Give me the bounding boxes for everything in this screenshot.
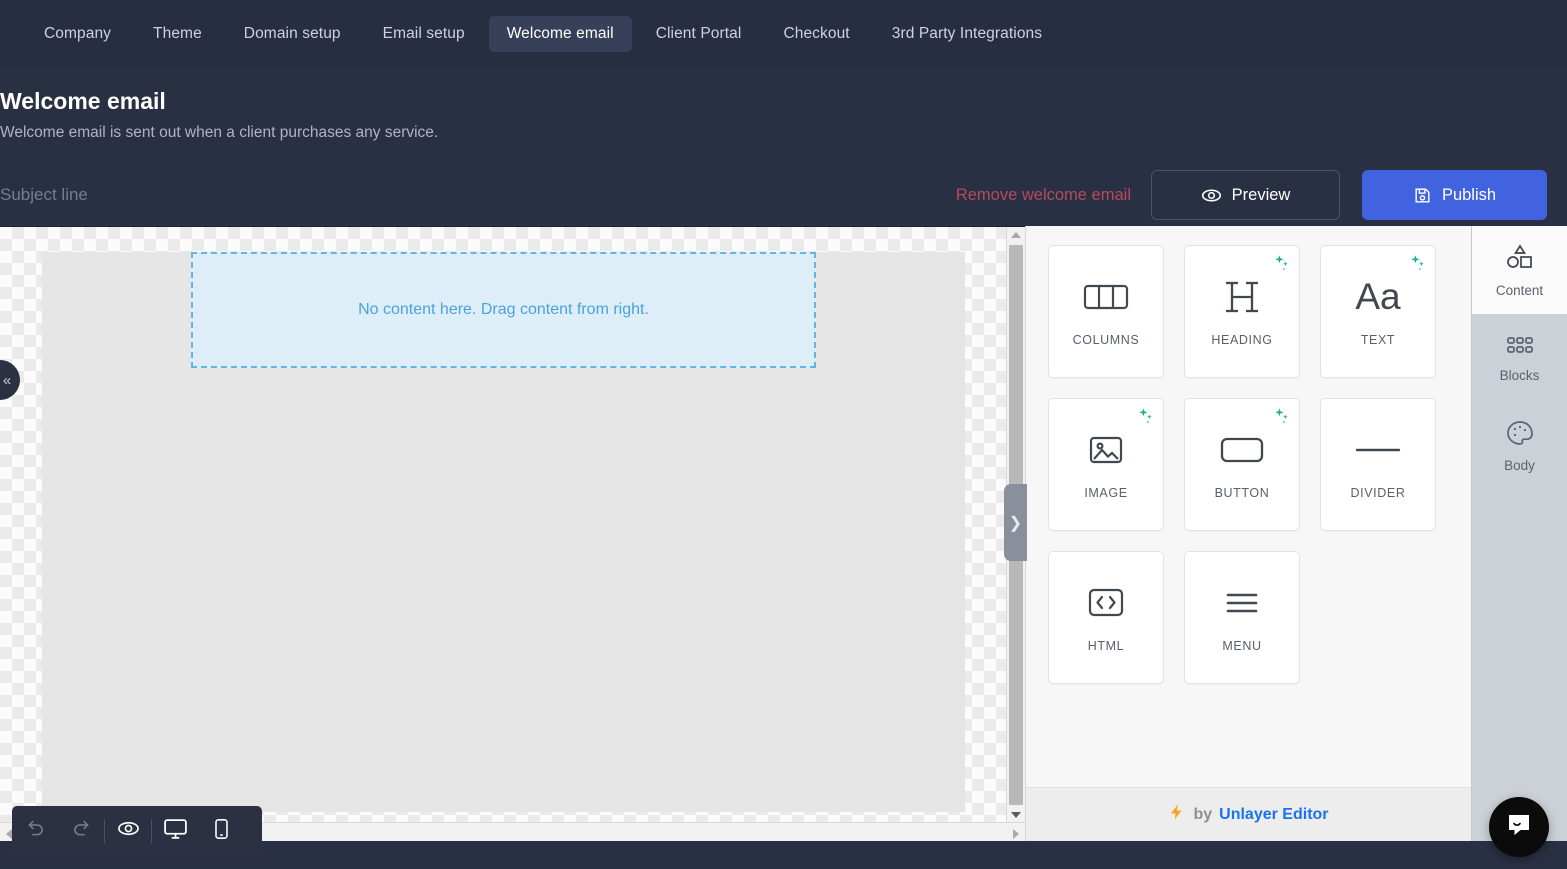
panel-tab-body[interactable]: Body	[1472, 402, 1567, 490]
button-icon	[1219, 430, 1265, 470]
content-tile-menu[interactable]: MENU	[1184, 551, 1300, 684]
publish-button[interactable]: Publish	[1362, 170, 1547, 220]
content-tile-label: MENU	[1222, 639, 1261, 653]
collapse-left-panel-button[interactable]: «	[0, 360, 20, 400]
content-tile-divider[interactable]: DIVIDER	[1320, 398, 1436, 531]
html-icon	[1087, 583, 1125, 623]
desktop-icon	[163, 816, 188, 846]
panel-tab-blocks[interactable]: Blocks	[1472, 314, 1567, 402]
ai-sparkle-icon	[1409, 254, 1426, 276]
dropzone-label: No content here. Drag content from right…	[358, 301, 649, 319]
panel-tab-label: Body	[1504, 458, 1535, 473]
editor-footer: by Unlayer Editor	[1026, 787, 1471, 841]
ai-sparkle-icon	[1137, 407, 1154, 429]
redo-icon	[71, 818, 92, 844]
content-tile-label: IMAGE	[1084, 486, 1127, 500]
page-header: Welcome email Welcome email is sent out …	[0, 68, 1567, 226]
redo-button[interactable]	[58, 806, 104, 856]
content-dropzone[interactable]: No content here. Drag content from right…	[191, 252, 816, 368]
nav-tab-client-portal[interactable]: Client Portal	[638, 16, 760, 52]
preview-button[interactable]: Preview	[1151, 170, 1340, 220]
mobile-view-button[interactable]	[198, 806, 244, 856]
image-icon	[1088, 430, 1124, 470]
palette-icon	[1506, 420, 1534, 451]
content-tile-label: BUTTON	[1215, 486, 1270, 500]
save-disk-icon	[1413, 186, 1432, 205]
content-tile-button[interactable]: BUTTON	[1184, 398, 1300, 531]
content-tile-image[interactable]: IMAGE	[1048, 398, 1164, 531]
undo-button[interactable]	[12, 806, 58, 856]
collapse-editor-panel-button[interactable]: ❯	[1004, 484, 1027, 561]
email-canvas[interactable]: « No content here. Drag content from rig…	[0, 226, 1025, 841]
editor-panel: COLUMNS	[1025, 226, 1567, 841]
lightning-bolt-icon	[1168, 802, 1186, 827]
remove-welcome-email-link[interactable]: Remove welcome email	[956, 186, 1131, 205]
publish-button-label: Publish	[1442, 186, 1496, 205]
toggle-preview-button[interactable]	[105, 806, 151, 856]
scroll-down-arrow-icon[interactable]	[1011, 812, 1021, 818]
scroll-up-arrow-icon[interactable]	[1011, 232, 1021, 238]
ai-sparkle-icon	[1273, 254, 1290, 276]
page-subtitle: Welcome email is sent out when a client …	[0, 124, 1547, 142]
text-icon: Aa	[1355, 277, 1400, 317]
content-tiles-panel: COLUMNS	[1025, 226, 1471, 841]
content-tiles-grid: COLUMNS	[1026, 226, 1471, 787]
content-tile-label: COLUMNS	[1073, 333, 1140, 347]
undo-icon	[25, 818, 46, 844]
heading-icon	[1222, 277, 1262, 317]
content-tile-heading[interactable]: HEADING	[1184, 245, 1300, 378]
workspace: « No content here. Drag content from rig…	[0, 226, 1567, 841]
content-tile-text[interactable]: Aa TEXT	[1320, 245, 1436, 378]
mobile-icon	[212, 818, 231, 845]
nav-tab-company[interactable]: Company	[26, 16, 129, 52]
header-actions: Remove welcome email Preview	[956, 170, 1547, 220]
subject-row: Remove welcome email Preview	[0, 164, 1547, 226]
chat-launcher-button[interactable]	[1489, 797, 1549, 857]
desktop-view-button[interactable]	[152, 806, 198, 856]
nav-tab-email-setup[interactable]: Email setup	[365, 16, 483, 52]
ai-sparkle-icon	[1273, 407, 1290, 429]
content-tile-label: DIVIDER	[1351, 486, 1406, 500]
editor-panel-tabs: Content Blocks	[1471, 226, 1567, 841]
content-tile-columns[interactable]: COLUMNS	[1048, 245, 1164, 378]
page-title: Welcome email	[0, 88, 1547, 115]
nav-tab-domain-setup[interactable]: Domain setup	[226, 16, 359, 52]
columns-icon	[1083, 277, 1129, 317]
panel-tab-label: Blocks	[1500, 368, 1540, 383]
scroll-right-arrow-icon[interactable]	[1013, 829, 1019, 839]
grid-dots-icon	[1505, 334, 1535, 361]
panel-tab-content[interactable]: Content	[1472, 226, 1567, 314]
nav-tab-checkout[interactable]: Checkout	[765, 16, 867, 52]
content-tile-label: HEADING	[1211, 333, 1272, 347]
preview-button-label: Preview	[1232, 186, 1291, 205]
chevron-right-icon: ❯	[1009, 513, 1022, 533]
panel-tab-label: Content	[1496, 283, 1543, 298]
content-tile-html[interactable]: HTML	[1048, 551, 1164, 684]
footer-by-label: by	[1193, 806, 1212, 824]
chevron-double-left-icon: «	[0, 372, 11, 389]
nav-tab-welcome-email[interactable]: Welcome email	[489, 16, 632, 52]
shapes-icon	[1505, 243, 1535, 276]
content-tile-label: HTML	[1088, 639, 1124, 653]
nav-tab-3rd-party-integrations[interactable]: 3rd Party Integrations	[874, 16, 1060, 52]
menu-icon	[1222, 583, 1262, 623]
subject-line-input[interactable]	[0, 185, 956, 205]
unlayer-editor-link[interactable]: Unlayer Editor	[1219, 806, 1328, 824]
eye-icon	[117, 817, 140, 845]
canvas-bottom-toolbar	[12, 806, 262, 856]
nav-tab-theme[interactable]: Theme	[135, 16, 220, 52]
chat-bubble-icon	[1505, 811, 1533, 844]
divider-icon	[1353, 430, 1403, 470]
content-tile-label: TEXT	[1361, 333, 1395, 347]
eye-icon	[1201, 185, 1222, 206]
email-body-area[interactable]: No content here. Drag content from right…	[42, 252, 965, 812]
top-navigation-bar: Company Theme Domain setup Email setup W…	[0, 0, 1567, 68]
